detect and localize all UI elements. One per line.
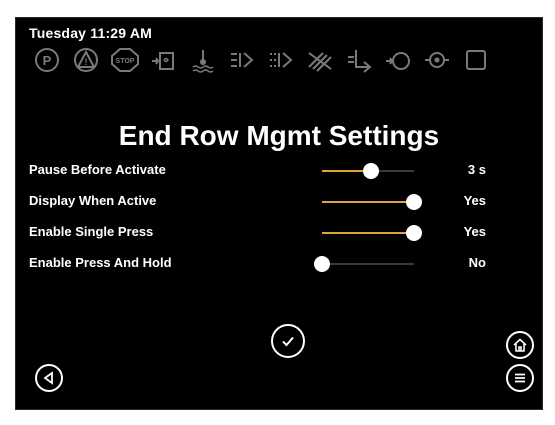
setting-value: 3 s (467, 162, 486, 177)
menu-icon (515, 373, 525, 383)
air-filter-icon (302, 43, 337, 76)
warning-icon-bar: P ! STOP (29, 43, 493, 76)
left-arrow-icon (43, 371, 53, 385)
setting-label: Pause Before Activate (29, 162, 166, 177)
svg-text:P: P (42, 53, 51, 68)
slider-enable-press-and-hold[interactable] (314, 256, 414, 272)
hydraulic-filter-icon (263, 43, 298, 76)
setting-row-enable-press-and-hold: Enable Press And Hold No (16, 252, 542, 276)
transmission-filter-icon (224, 43, 259, 76)
setting-row-enable-single-press: Enable Single Press Yes (16, 221, 542, 245)
setting-value: Yes (463, 193, 486, 208)
menu-button[interactable] (506, 364, 534, 392)
warning-icon: ! (68, 43, 103, 76)
stop-icon: STOP (107, 43, 142, 76)
engine-oil-icon (419, 43, 454, 76)
back-button[interactable] (35, 364, 63, 392)
oil-pressure-icon (380, 43, 415, 76)
gps-icon (458, 43, 493, 76)
setting-value: Yes (463, 224, 486, 239)
status-datetime: Tuesday 11:29 AM (29, 25, 153, 41)
slider-knob[interactable] (406, 194, 422, 210)
slider-knob[interactable] (314, 256, 330, 272)
svg-text:STOP: STOP (115, 58, 134, 65)
slider-fill (322, 232, 414, 234)
fuel-level-icon (341, 43, 376, 76)
home-button[interactable] (506, 331, 534, 359)
hydraulic-oil-icon (146, 43, 181, 76)
svg-text:!: ! (84, 57, 87, 67)
home-icon (513, 338, 527, 352)
slider-knob[interactable] (362, 163, 379, 179)
setting-row-display-when-active: Display When Active Yes (16, 190, 542, 214)
setting-row-pause-before-activate: Pause Before Activate 3 s (16, 159, 542, 183)
setting-label: Display When Active (29, 193, 157, 208)
slider-fill (322, 201, 414, 203)
slider-knob[interactable] (406, 225, 422, 241)
parking-brake-icon: P (29, 43, 64, 76)
page-title: End Row Mgmt Settings (118, 120, 440, 151)
setting-value: No (468, 255, 486, 270)
setting-label: Enable Single Press (29, 224, 154, 239)
checkmark-icon (282, 336, 294, 347)
slider-enable-single-press[interactable] (322, 225, 422, 241)
setting-label: Enable Press And Hold (29, 255, 172, 270)
confirm-button[interactable] (271, 324, 305, 358)
slider-display-when-active[interactable] (322, 194, 422, 210)
display-screen: Tuesday 11:29 AM P ! STOP End Row Mgmt S… (15, 17, 543, 410)
slider-pause-before-activate[interactable] (322, 163, 414, 179)
coolant-temp-icon (185, 43, 220, 76)
